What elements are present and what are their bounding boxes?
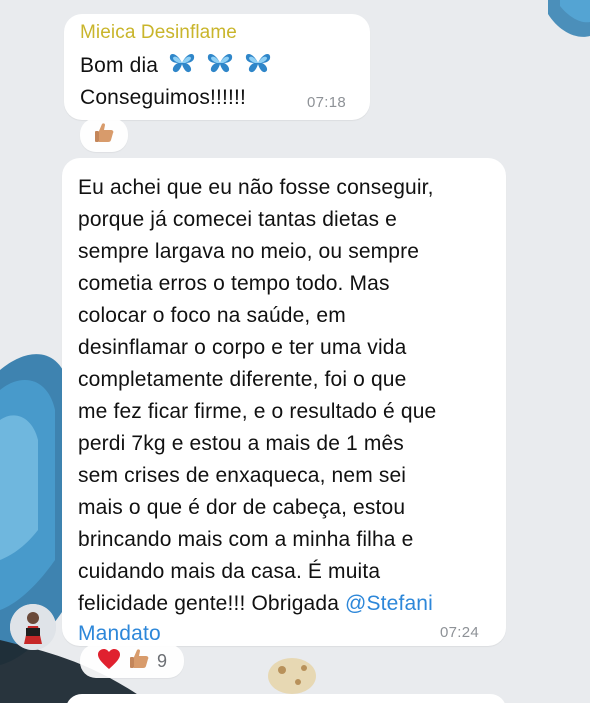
thumbs-up-icon [127,647,151,676]
butterfly-icon [206,52,234,80]
butterfly-icon [168,52,196,80]
reaction-count: 9 [156,650,167,671]
user-mention[interactable]: Mandato [78,622,161,646]
message-bubble-2[interactable]: Eu achei que eu não fosse conseguir, por… [62,158,506,646]
red-heart-icon [97,648,121,675]
user-mention[interactable]: @Stefani [345,592,433,615]
message-text-line: Conseguimos!!!!!! [80,86,246,109]
message-text-line: completamente diferente, foi o que [78,368,407,391]
message-text-line: desinflamar o corpo e ter uma vida [78,336,407,359]
message-text-line: Bom dia [80,52,272,80]
message-text-line: porque já comecei tantas dietas e [78,208,397,231]
greeting-text: Bom dia [80,54,159,77]
message-text: felicidade gente!!! Obrigada [78,592,346,615]
message-timestamp: 07:18 [307,94,347,111]
message-bubble-1[interactable]: Mieica Desinflame Bom dia Conseguimos!!!… [64,14,370,120]
reaction-pill[interactable] [80,118,128,152]
butterfly-icon [244,52,272,80]
message-text-line: sem crises de enxaqueca, nem sei [78,464,407,487]
message-text-line: felicidade gente!!! Obrigada @Stefani [78,592,433,616]
message-text-line: sempre largava no meio, ou sempre [78,240,420,263]
avatar[interactable] [10,604,56,650]
message-text-line: me fez ficar firme, e o resultado é que [78,400,437,423]
message-text-line: cometia erros o tempo todo. Mas [78,272,390,295]
message-text-line: perdi 7kg e estou a mais de 1 mês [78,432,404,455]
message-text-line: Eu achei que eu não fosse conseguir, [78,176,434,199]
message-timestamp: 07:24 [440,624,480,641]
thumbs-up-icon [92,121,116,150]
message-text-line: colocar o foco na saúde, em [78,304,346,327]
message-text-line: mais o que é dor de cabeça, estou [78,496,406,519]
message-text-line: brincando mais com a minha filha e [78,528,414,551]
reaction-pill[interactable]: 9 [80,644,184,678]
sender-name[interactable]: Mieica Desinflame [80,22,237,44]
message-text-line: cuidando mais da casa. É muita [78,560,381,583]
